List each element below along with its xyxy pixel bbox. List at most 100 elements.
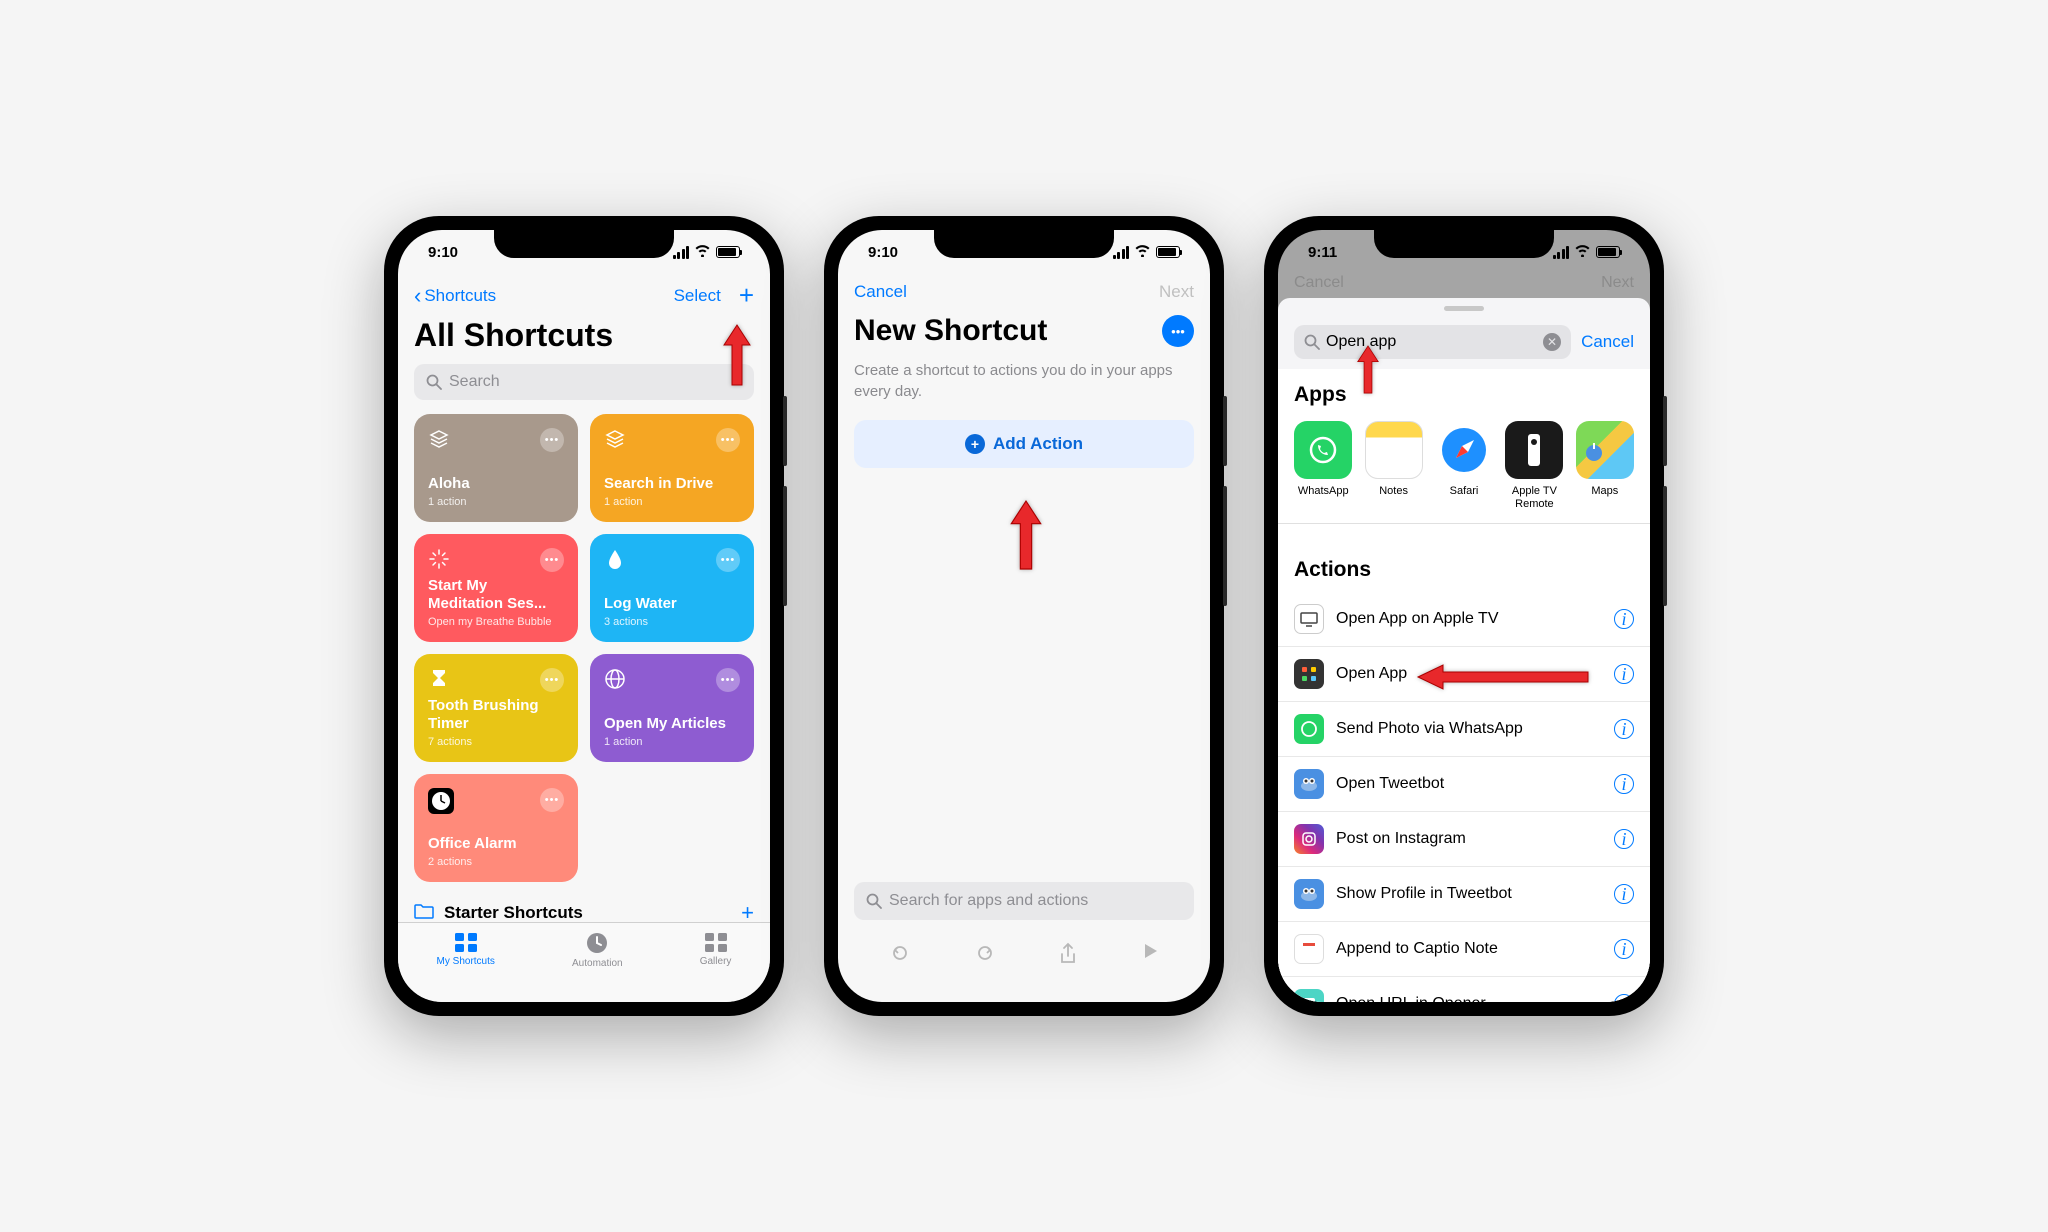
tab-automation[interactable]: Automation bbox=[572, 931, 623, 969]
app-notes[interactable]: Notes bbox=[1364, 421, 1422, 511]
tab-my-shortcuts[interactable]: My Shortcuts bbox=[437, 931, 495, 967]
status-time: 9:10 bbox=[868, 244, 898, 261]
info-icon[interactable]: i bbox=[1614, 829, 1634, 849]
maps-icon bbox=[1576, 421, 1634, 479]
info-icon[interactable]: i bbox=[1614, 609, 1634, 629]
action-open-app-appletv[interactable]: Open App on Apple TV i bbox=[1278, 592, 1650, 647]
undo-button[interactable] bbox=[889, 942, 911, 972]
status-time: 9:10 bbox=[428, 244, 458, 261]
layers-icon bbox=[428, 428, 450, 450]
sheet-handle[interactable] bbox=[1444, 306, 1484, 311]
app-grid-icon bbox=[1294, 659, 1324, 689]
search-placeholder: Search for apps and actions bbox=[889, 892, 1088, 910]
shortcut-tile-drive[interactable]: ••• Search in Drive1 action bbox=[590, 414, 754, 522]
cellular-icon bbox=[1553, 246, 1570, 259]
starter-shortcuts-label: Starter Shortcuts bbox=[444, 903, 583, 922]
info-icon[interactable]: i bbox=[1614, 719, 1634, 739]
info-icon[interactable]: i bbox=[1614, 939, 1634, 959]
hourglass-icon bbox=[428, 668, 450, 690]
select-button[interactable]: Select bbox=[674, 286, 721, 306]
battery-icon bbox=[1596, 246, 1620, 258]
folder-icon bbox=[414, 903, 434, 923]
redo-button[interactable] bbox=[974, 942, 996, 972]
info-icon[interactable]: i bbox=[1614, 884, 1634, 904]
clear-button[interactable]: ✕ bbox=[1543, 333, 1561, 351]
shortcuts-grid: ••• Aloha1 action ••• Search in Drive1 a… bbox=[398, 414, 770, 882]
shortcut-tile-tooth[interactable]: ••• Tooth Brushing Timer7 actions bbox=[414, 654, 578, 762]
shortcut-tile-articles[interactable]: ••• Open My Articles1 action bbox=[590, 654, 754, 762]
app-whatsapp[interactable]: WhatsApp bbox=[1294, 421, 1352, 511]
more-icon[interactable]: ••• bbox=[716, 668, 740, 692]
shortcut-tile-water[interactable]: ••• Log Water3 actions bbox=[590, 534, 754, 642]
action-show-profile-tweetbot[interactable]: Show Profile in Tweetbot i bbox=[1278, 867, 1650, 922]
info-icon[interactable]: i bbox=[1614, 664, 1634, 684]
info-icon[interactable]: i bbox=[1614, 774, 1634, 794]
next-button[interactable]: Next bbox=[1159, 282, 1194, 302]
shortcut-tile-alarm[interactable]: ••• Office Alarm2 actions bbox=[414, 774, 578, 882]
droplet-icon bbox=[604, 548, 626, 570]
automation-icon bbox=[585, 931, 609, 955]
annotation-arrow-icon bbox=[722, 320, 752, 390]
action-open-url-opener[interactable]: Open URL in Opener i bbox=[1278, 977, 1650, 1002]
search-input[interactable]: Search for apps and actions bbox=[854, 882, 1194, 920]
tab-gallery[interactable]: Gallery bbox=[700, 931, 732, 967]
tweetbot-icon bbox=[1294, 879, 1324, 909]
shortcut-tile-meditation[interactable]: ••• Start My Meditation Ses...Open my Br… bbox=[414, 534, 578, 642]
more-icon[interactable]: ••• bbox=[540, 548, 564, 572]
more-icon[interactable]: ••• bbox=[716, 428, 740, 452]
wifi-icon bbox=[1574, 244, 1591, 260]
editor-toolbar bbox=[838, 932, 1210, 1002]
apps-section-header: Apps bbox=[1278, 369, 1650, 417]
clock-icon bbox=[428, 788, 454, 814]
tab-label: My Shortcuts bbox=[437, 956, 495, 967]
more-icon[interactable]: ••• bbox=[540, 668, 564, 692]
annotation-arrow-icon bbox=[1009, 495, 1039, 565]
action-send-photo-whatsapp[interactable]: Send Photo via WhatsApp i bbox=[1278, 702, 1650, 757]
plus-icon: + bbox=[965, 434, 985, 454]
add-shortcut-button[interactable]: + bbox=[739, 280, 754, 311]
action-list: Open App on Apple TV i Open App i Send P… bbox=[1278, 592, 1650, 1002]
app-appletv-remote[interactable]: Apple TV Remote bbox=[1505, 421, 1563, 511]
more-icon[interactable]: ••• bbox=[716, 548, 740, 572]
wifi-icon bbox=[1134, 244, 1151, 260]
back-button[interactable]: ‹ Shortcuts bbox=[414, 283, 496, 309]
search-icon bbox=[1304, 334, 1320, 350]
annotation-arrow-icon bbox=[1353, 342, 1383, 412]
app-maps[interactable]: Maps bbox=[1576, 421, 1634, 511]
add-folder-button[interactable]: + bbox=[741, 900, 754, 922]
more-button[interactable]: ••• bbox=[1162, 315, 1194, 347]
share-button[interactable] bbox=[1058, 942, 1078, 972]
phone-1: 9:10 ‹ Shortcuts Select + All Shortcuts bbox=[384, 216, 784, 1016]
add-action-button[interactable]: + Add Action bbox=[854, 420, 1194, 468]
wifi-icon bbox=[694, 244, 711, 260]
sheet-header: Cancel Next bbox=[1278, 274, 1650, 298]
shortcut-tile-aloha[interactable]: ••• Aloha1 action bbox=[414, 414, 578, 522]
info-icon[interactable]: i bbox=[1614, 994, 1634, 1002]
app-safari[interactable]: Safari bbox=[1435, 421, 1493, 511]
gallery-icon bbox=[703, 931, 729, 953]
action-append-captio[interactable]: Append to Captio Note i bbox=[1278, 922, 1650, 977]
tab-bar: My Shortcuts Automation Gallery bbox=[398, 922, 770, 1002]
more-icon[interactable]: ••• bbox=[540, 788, 564, 812]
action-post-instagram[interactable]: Post on Instagram i bbox=[1278, 812, 1650, 867]
add-action-label: Add Action bbox=[993, 434, 1083, 454]
action-open-tweetbot[interactable]: Open Tweetbot i bbox=[1278, 757, 1650, 812]
page-subtitle: Create a shortcut to actions you do in y… bbox=[838, 360, 1210, 420]
tab-label: Automation bbox=[572, 958, 623, 969]
search-input[interactable]: ✕ bbox=[1294, 325, 1571, 359]
search-icon bbox=[866, 893, 882, 909]
starter-shortcuts-row[interactable]: Starter Shortcuts + bbox=[398, 882, 770, 922]
tab-label: Gallery bbox=[700, 956, 732, 967]
cancel-button[interactable]: Cancel bbox=[854, 282, 907, 302]
sparkle-icon bbox=[428, 548, 450, 570]
play-button[interactable] bbox=[1141, 942, 1159, 972]
cellular-icon bbox=[1113, 246, 1130, 259]
cancel-button[interactable]: Cancel bbox=[1581, 332, 1634, 352]
instagram-icon bbox=[1294, 824, 1324, 854]
battery-icon bbox=[716, 246, 740, 258]
search-input[interactable]: Search bbox=[414, 364, 754, 400]
back-label: Shortcuts bbox=[424, 286, 496, 306]
more-icon[interactable]: ••• bbox=[540, 428, 564, 452]
globe-icon bbox=[604, 668, 626, 690]
whatsapp-icon bbox=[1294, 714, 1324, 744]
